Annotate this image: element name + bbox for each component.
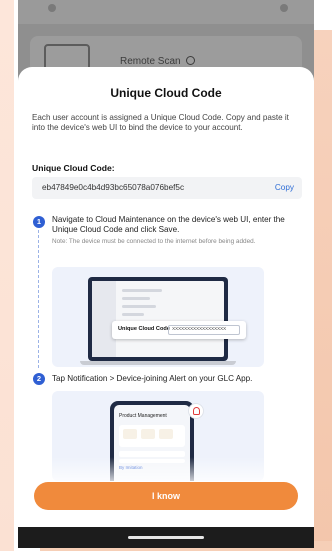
- i-know-button[interactable]: I know: [34, 482, 298, 510]
- info-icon: [185, 56, 195, 65]
- step-1-text: Navigate to Cloud Maintenance on the dev…: [52, 215, 285, 235]
- laptop-base: [80, 361, 236, 365]
- step-2-badge: 2: [33, 373, 45, 385]
- phone-screen: Remote Scan Unique Cloud Code Each user …: [18, 0, 314, 548]
- laptop-text-line: [122, 289, 162, 292]
- code-label: Unique Cloud Code:: [32, 163, 115, 173]
- background-top-bar: [18, 0, 314, 24]
- laptop-image: [88, 277, 228, 361]
- laptop-screen: [92, 281, 224, 357]
- status-dot: [280, 4, 288, 12]
- laptop-text-line: [122, 305, 156, 308]
- code-box: eb47849e0c4b4d93bc65078a076bef5c Copy: [32, 177, 302, 199]
- copy-button[interactable]: Copy: [275, 183, 294, 192]
- phone-mockup-tiles: [119, 425, 185, 447]
- popup-field: XXXXXXXXXXXXXXXXXX: [168, 325, 240, 335]
- phone-mockup-tile: [159, 429, 173, 439]
- step-1-note: Note: The device must be connected to th…: [52, 238, 256, 245]
- home-indicator-bar: [18, 527, 314, 548]
- phone-mockup-title: Product Management: [119, 413, 167, 419]
- popup-label: Unique Cloud Code: [118, 326, 170, 332]
- unique-cloud-code-sheet: Unique Cloud Code Each user account is a…: [18, 67, 314, 527]
- phone-mockup-tile: [123, 429, 137, 439]
- decorative-frame-left: [0, 0, 14, 551]
- laptop-text-line: [122, 297, 150, 300]
- notification-bubble: [188, 403, 204, 419]
- step-connector-line: [38, 230, 39, 368]
- laptop-text-line: [122, 313, 144, 316]
- status-dot: [48, 4, 56, 12]
- phone-mockup-tile: [141, 429, 155, 439]
- laptop-sidebar: [92, 281, 116, 357]
- sheet-title: Unique Cloud Code: [110, 86, 222, 100]
- step-1-illustration: Unique Cloud Code XXXXXXXXXXXXXXXXXX: [52, 267, 264, 367]
- sheet-description: Each user account is assigned a Unique C…: [32, 113, 289, 133]
- cloud-code-value[interactable]: eb47849e0c4b4d93bc65078a076bef5c: [42, 183, 184, 192]
- home-indicator[interactable]: [128, 536, 204, 539]
- step-1-badge: 1: [33, 216, 45, 228]
- cloud-code-popup: Unique Cloud Code XXXXXXXXXXXXXXXXXX: [112, 321, 246, 339]
- step-2-text: Tap Notification > Device-joining Alert …: [52, 374, 253, 383]
- remote-scan-text: Remote Scan: [120, 56, 181, 67]
- bell-icon: [193, 407, 200, 415]
- decorative-frame-right: [314, 30, 332, 551]
- remote-scan-label: Remote Scan: [120, 56, 195, 67]
